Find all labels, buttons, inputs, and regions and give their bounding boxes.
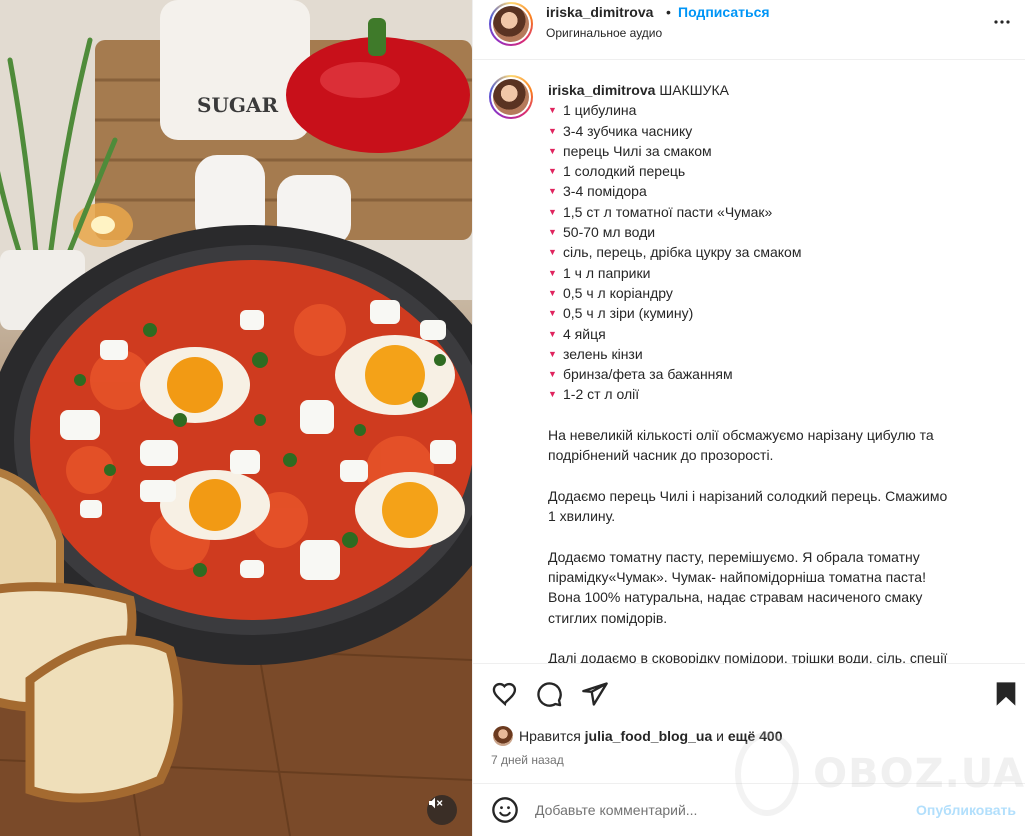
comment-bar: Опубликовать xyxy=(473,783,1025,836)
heart-bullet-icon: ▼ xyxy=(548,267,557,278)
liker-username[interactable]: julia_food_blog_ua xyxy=(585,728,713,744)
caption-paragraph: Додаємо перець Чилі і нарізаний солодкий… xyxy=(548,487,948,525)
heart-bullet-icon: ▼ xyxy=(548,125,557,136)
ingredient-item: ▼ 1 ч л паприки xyxy=(548,263,1008,283)
liker-avatar[interactable] xyxy=(493,726,513,746)
ingredient-text: зелень кінзи xyxy=(563,345,643,362)
more-options-icon[interactable] xyxy=(990,10,1014,34)
post-media[interactable]: SUGAR xyxy=(0,0,472,836)
mute-button[interactable] xyxy=(427,795,457,825)
ingredient-item: ▼ 1 цибулина xyxy=(548,100,1008,120)
ingredient-item: ▼ перець Чилі за смаком xyxy=(548,141,1008,161)
ingredients-list: ▼ 1 цибулина ▼ 3-4 зубчика часнику ▼ перець Ч… xyxy=(548,100,1008,404)
ingredient-item: ▼ бринза/фета за бажанням xyxy=(548,364,1008,384)
ingredient-text: 0,5 ч л коріандру xyxy=(563,284,673,301)
ingredient-text: 50-70 мл води xyxy=(563,224,656,241)
likes-summary: Нравится julia_food_blog_ua и ещё 400 xyxy=(493,725,783,747)
post-panel: iriska_dimitrova • Подписаться Оригиналь… xyxy=(472,0,1025,836)
comment-input[interactable] xyxy=(535,798,905,822)
ingredient-text: 1-2 ст л олії xyxy=(563,386,640,403)
caption-paragraph: На невеликій кількості олії обсмажуємо н… xyxy=(548,427,934,464)
caption-username[interactable]: iriska_dimitrova xyxy=(548,82,655,98)
ingredient-item: ▼ 1-2 ст л олії xyxy=(548,384,1008,404)
ingredient-item: ▼ 4 яйця xyxy=(548,324,1008,344)
heart-bullet-icon: ▼ xyxy=(548,227,557,238)
post-actions: Нравится julia_food_blog_ua и ещё 400 7 … xyxy=(473,663,1025,783)
audio-link[interactable]: Оригинальное аудио xyxy=(546,26,662,40)
ingredient-item: ▼ 1 солодкий перець xyxy=(548,161,1008,181)
heart-bullet-icon: ▼ xyxy=(548,166,557,177)
likes-prefix: Нравится xyxy=(519,728,581,744)
likes-conj: и xyxy=(716,728,724,744)
like-heart-icon[interactable] xyxy=(491,680,519,708)
ingredient-text: 0,5 ч л зіри (кумину) xyxy=(563,305,694,322)
caption-title: ШАКШУКА xyxy=(659,82,729,98)
heart-bullet-icon: ▼ xyxy=(548,389,557,400)
heart-bullet-icon: ▼ xyxy=(548,308,557,319)
heart-bullet-icon: ▼ xyxy=(548,247,557,258)
heart-bullet-icon: ▼ xyxy=(548,328,557,339)
ingredient-text: 3-4 зубчика часнику xyxy=(563,122,693,139)
heart-bullet-icon: ▼ xyxy=(548,186,557,197)
follow-button[interactable]: Подписаться xyxy=(678,4,770,20)
author-username[interactable]: iriska_dimitrova xyxy=(546,4,653,20)
speaker-muted-icon xyxy=(429,797,443,809)
save-bookmark-icon[interactable] xyxy=(992,680,1020,708)
share-icon[interactable] xyxy=(581,680,609,708)
caption-text: iriska_dimitrova ШАКШУКА ▼ 1 цибулина ▼ 3-4 … xyxy=(548,80,1008,663)
ingredient-item: ▼ 0,5 ч л коріандру xyxy=(548,283,1008,303)
emoji-icon[interactable] xyxy=(491,796,519,824)
ingredient-item: ▼ зелень кінзи xyxy=(548,344,1008,364)
publish-button[interactable]: Опубликовать xyxy=(916,802,1016,818)
shakshuka-photo: SUGAR xyxy=(0,0,472,836)
post-header: iriska_dimitrova • Подписаться Оригиналь… xyxy=(473,0,1025,60)
ingredient-text: 1 ч л паприки xyxy=(563,264,651,281)
caption-area[interactable]: iriska_dimitrova ШАКШУКА ▼ 1 цибулина ▼ 3-4 … xyxy=(473,61,1025,663)
ingredient-text: сіль, перець, дрібка цукру за смаком xyxy=(563,244,802,261)
ingredient-text: 4 яйця xyxy=(563,325,606,342)
ingredient-item: ▼ 3-4 помідора xyxy=(548,181,1008,201)
header-separator: • xyxy=(666,4,671,20)
ingredient-text: 1 солодкий перець xyxy=(563,163,686,180)
ingredient-text: 1 цибулина xyxy=(563,102,637,119)
likes-others[interactable]: ещё 400 xyxy=(728,728,783,744)
comment-icon[interactable] xyxy=(535,680,563,708)
heart-bullet-icon: ▼ xyxy=(548,287,557,298)
ingredient-item: ▼ 3-4 зубчика часнику xyxy=(548,121,1008,141)
caption-paragraph: Додаємо томатну пасту, перемішуємо. Я об… xyxy=(548,548,926,626)
heart-bullet-icon: ▼ xyxy=(548,348,557,359)
ingredient-item: ▼ 1,5 ст л томатної пасти «Чумак» xyxy=(548,202,1008,222)
caption-author-avatar[interactable] xyxy=(489,75,533,119)
ingredient-item: ▼ 0,5 ч л зіри (кумину) xyxy=(548,303,1008,323)
heart-bullet-icon: ▼ xyxy=(548,206,557,217)
post-timestamp[interactable]: 7 дней назад xyxy=(491,753,564,767)
ingredient-text: 3-4 помідора xyxy=(563,183,647,200)
ingredient-item: ▼ сіль, перець, дрібка цукру за смаком xyxy=(548,242,1008,262)
ingredient-text: бринза/фета за бажанням xyxy=(563,366,733,383)
heart-bullet-icon: ▼ xyxy=(548,145,557,156)
author-avatar[interactable] xyxy=(489,2,533,46)
ingredient-item: ▼ 50-70 мл води xyxy=(548,222,1008,242)
heart-bullet-icon: ▼ xyxy=(548,369,557,380)
heart-bullet-icon: ▼ xyxy=(548,105,557,116)
caption-paragraph: Далі додаємо в сковорідку помідори, тріш… xyxy=(548,650,948,663)
ingredient-text: перець Чилі за смаком xyxy=(563,142,712,159)
ingredient-text: 1,5 ст л томатної пасти «Чумак» xyxy=(563,203,773,220)
jar-label: SUGAR xyxy=(197,93,278,117)
